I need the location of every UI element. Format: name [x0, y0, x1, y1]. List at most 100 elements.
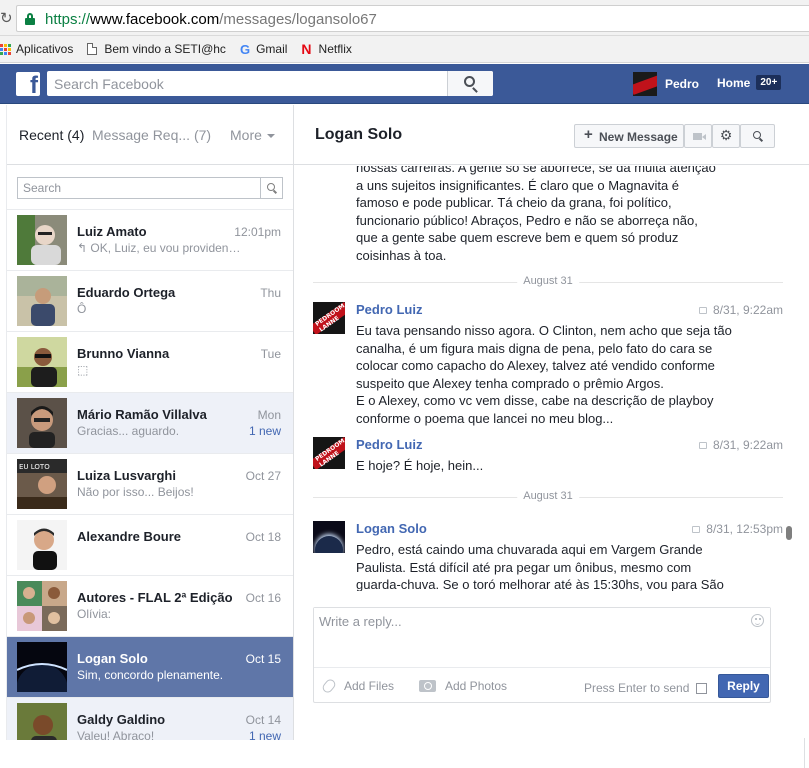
- thread-name: Alexandre Boure: [77, 529, 182, 544]
- conversation-panel: Logan Solo + New Message ⚙ nossas carrei…: [294, 105, 809, 740]
- thread-time: Thu: [260, 286, 281, 300]
- avatar: [17, 337, 67, 387]
- thread-item[interactable]: EU LOTO Luiza Lusvarghi Oct 27 Não por i…: [7, 453, 293, 514]
- date-divider-label: August 31: [517, 275, 579, 287]
- sender-name[interactable]: Pedro Luiz: [356, 437, 422, 452]
- message-scrollbar[interactable]: [786, 526, 792, 540]
- emoji-icon[interactable]: [751, 614, 764, 627]
- thread-snippet: Valeu! Abraço!: [77, 729, 155, 740]
- thread-snippet: ⬚: [77, 363, 89, 377]
- conversation-title: Logan Solo: [315, 126, 403, 143]
- thread-time: Oct 14: [245, 713, 281, 727]
- avatar: [17, 703, 67, 740]
- thread-list-panel: Recent (4) Message Req... (7) More Luiz …: [6, 105, 294, 740]
- thread-snippet: Ô: [77, 302, 87, 316]
- paperclip-icon: [320, 677, 338, 695]
- thread-item[interactable]: Eduardo Ortega Thu Ô: [7, 270, 293, 331]
- thread-time: Oct 15: [245, 652, 281, 666]
- message-list[interactable]: nossas carreiras. A gente só se aborrece…: [294, 166, 799, 591]
- new-message-button[interactable]: + New Message: [574, 124, 684, 148]
- avatar[interactable]: [313, 521, 345, 553]
- message-text: Pedro, está caindo uma chuvarada aqui em…: [356, 542, 724, 591]
- thread-item-active[interactable]: Logan Solo Oct 15 Sim, concordo plenamen…: [7, 636, 293, 697]
- facebook-logo-icon[interactable]: f: [16, 72, 40, 96]
- sender-name[interactable]: Logan Solo: [356, 521, 427, 536]
- bookmark-label: Gmail: [256, 42, 288, 56]
- thread-snippet: ↰ OK, Luiz, eu vou providen…: [77, 241, 241, 255]
- thread-list: Luiz Amato 12:01pm ↰ OK, Luiz, eu vou pr…: [7, 209, 293, 740]
- thread-item[interactable]: Autores - FLAL 2ª Edição Oct 16 Olívia:: [7, 575, 293, 636]
- thread-name: Galdy Galdino: [77, 712, 166, 727]
- composer-footer: Add Files Add Photos Press Enter to send…: [314, 667, 770, 703]
- thread-name: Luiza Lusvarghi: [77, 468, 176, 483]
- thread-time: Oct 27: [245, 469, 281, 483]
- url-path: /messages/logansolo67: [219, 11, 377, 28]
- bookmark-label: Aplicativos: [16, 42, 74, 56]
- bookmark-label: Bem vindo a SETI@hc: [104, 42, 226, 56]
- tab-message-requests[interactable]: Message Req... (7): [92, 127, 211, 143]
- home-badge: 20+: [756, 75, 782, 90]
- bookmark-label: Netflix: [318, 42, 352, 56]
- date-divider: August 31: [313, 275, 783, 287]
- message-time: 8/31, 9:22am: [698, 438, 783, 452]
- thread-item[interactable]: Mário Ramão Villalva Mon Gracias... agua…: [7, 392, 293, 453]
- avatar: [17, 520, 67, 570]
- thread-search-button[interactable]: [260, 178, 282, 198]
- requests-count: (7): [193, 127, 212, 143]
- browser-address-bar: ↻ https://www.facebook.com/messages/loga…: [0, 0, 809, 36]
- add-files-button[interactable]: Add Files: [320, 677, 395, 695]
- add-files-label: Add Files: [344, 679, 395, 693]
- tab-more[interactable]: More: [230, 127, 275, 143]
- new-badge: 1 new: [248, 729, 281, 740]
- press-enter-checkbox[interactable]: [696, 682, 708, 694]
- thread-search-input[interactable]: [18, 178, 260, 198]
- avatar[interactable]: PEDROOM LANNE: [313, 302, 345, 334]
- home-link[interactable]: Home 20+: [717, 75, 782, 90]
- press-enter-toggle[interactable]: Press Enter to send: [584, 681, 708, 695]
- message-text: E hoje? É hoje, hein...: [356, 458, 484, 473]
- thread-search: [17, 177, 283, 199]
- thread-name: Mário Ramão Villalva: [77, 407, 207, 422]
- profile-link[interactable]: Pedro: [633, 72, 699, 96]
- reply-input[interactable]: [314, 608, 770, 666]
- settings-button[interactable]: ⚙: [712, 124, 740, 148]
- thread-name: Luiz Amato: [77, 224, 147, 239]
- bookmark-gmail[interactable]: G Gmail: [240, 42, 287, 57]
- add-photos-button[interactable]: Add Photos: [419, 679, 507, 693]
- gear-icon: ⚙: [719, 128, 733, 144]
- facebook-search-input[interactable]: [47, 71, 447, 96]
- reply-button[interactable]: Reply: [718, 674, 769, 698]
- message-time: 8/31, 9:22am: [698, 303, 783, 317]
- thread-item[interactable]: Brunno Vianna Tue ⬚: [7, 331, 293, 392]
- message-text: Eu tava pensando nisso agora. O Clinton,…: [356, 323, 732, 426]
- bookmark-netflix[interactable]: N Netflix: [301, 41, 351, 57]
- avatar: [633, 72, 657, 96]
- facebook-search-button[interactable]: [447, 71, 493, 96]
- url-text[interactable]: https://www.facebook.com/messages/logans…: [45, 11, 377, 28]
- url-field[interactable]: https://www.facebook.com/messages/logans…: [16, 5, 809, 32]
- thread-item[interactable]: Alexandre Boure Oct 18: [7, 514, 293, 575]
- thread-snippet: Olívia:: [77, 607, 112, 621]
- date-divider-label: August 31: [517, 490, 579, 502]
- avatar: [17, 276, 67, 326]
- new-message-label: New Message: [599, 130, 678, 144]
- avatar: [17, 642, 67, 692]
- home-label: Home: [717, 75, 751, 90]
- tab-recent[interactable]: Recent (4): [19, 127, 84, 143]
- message-time: 8/31, 12:53pm: [692, 522, 783, 536]
- url-host: www.facebook.com: [90, 11, 220, 28]
- netflix-n-icon: N: [301, 41, 312, 57]
- thread-name: Autores - FLAL 2ª Edição: [77, 590, 233, 605]
- video-call-button[interactable]: [684, 124, 712, 148]
- sender-name[interactable]: Pedro Luiz: [356, 302, 422, 317]
- reload-icon[interactable]: ↻: [0, 9, 13, 27]
- thread-time: Oct 18: [245, 530, 281, 544]
- google-g-icon: G: [239, 41, 251, 57]
- thread-item[interactable]: Luiz Amato 12:01pm ↰ OK, Luiz, eu vou pr…: [7, 209, 293, 270]
- thread-item[interactable]: Galdy Galdino Oct 14 Valeu! Abraço! 1 ne…: [7, 697, 293, 740]
- url-scheme: https://: [45, 11, 91, 28]
- search-conversation-button[interactable]: [740, 124, 775, 148]
- avatar[interactable]: PEDROOM LANNE: [313, 437, 345, 469]
- bookmark-apps[interactable]: Aplicativos: [0, 42, 73, 56]
- bookmark-seti[interactable]: Bem vindo a SETI@hc: [87, 42, 226, 56]
